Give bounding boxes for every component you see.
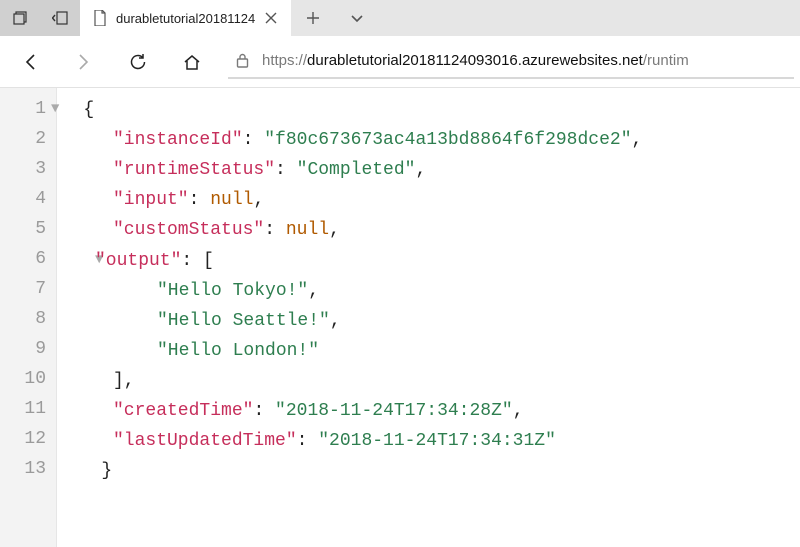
restore-window-button[interactable] [0, 0, 40, 36]
collapse-icon[interactable]: ▼ [51, 94, 61, 124]
code-content[interactable]: ▼ { "instanceId": "f80c673673ac4a13bd886… [57, 88, 642, 547]
active-tab[interactable]: durabletutorial20181124 [80, 0, 291, 36]
forward-button[interactable] [60, 36, 108, 88]
set-aside-tabs-button[interactable] [40, 0, 80, 36]
lock-icon [236, 53, 250, 68]
window-controls [0, 0, 80, 36]
line-number: 4 [0, 184, 46, 214]
line-number: 13 [0, 454, 46, 484]
document-icon [92, 10, 108, 26]
json-viewer: 1 2 3 4 5 6 7 8 9 10 11 12 13 ▼ { "insta… [0, 88, 800, 547]
line-number: 9 [0, 334, 46, 364]
url-host: durabletutorial20181124093016.azurewebsi… [307, 52, 643, 69]
line-number: 12 [0, 424, 46, 454]
close-tab-button[interactable] [263, 10, 279, 26]
back-button[interactable] [6, 36, 54, 88]
line-number: 1 [0, 94, 46, 124]
refresh-button[interactable] [114, 36, 162, 88]
titlebar: durabletutorial20181124 [0, 0, 800, 36]
line-number: 6 [0, 244, 46, 274]
line-number: 7 [0, 274, 46, 304]
line-number-gutter: 1 2 3 4 5 6 7 8 9 10 11 12 13 [0, 88, 56, 547]
tab-list-button[interactable] [335, 0, 379, 36]
line-number: 2 [0, 124, 46, 154]
line-number: 11 [0, 394, 46, 424]
line-number: 8 [0, 304, 46, 334]
url-input[interactable]: https://durabletutorial20181124093016.az… [228, 45, 794, 79]
url-path: /runtim [643, 52, 689, 69]
home-button[interactable] [168, 36, 216, 88]
line-number: 3 [0, 154, 46, 184]
url-text: https://durabletutorial20181124093016.az… [262, 52, 689, 69]
line-number: 10 [0, 364, 46, 394]
tab-title: durabletutorial20181124 [116, 11, 255, 26]
url-scheme: https:// [262, 52, 307, 69]
new-tab-button[interactable] [291, 0, 335, 36]
address-bar: https://durabletutorial20181124093016.az… [0, 36, 800, 88]
line-number: 5 [0, 214, 46, 244]
